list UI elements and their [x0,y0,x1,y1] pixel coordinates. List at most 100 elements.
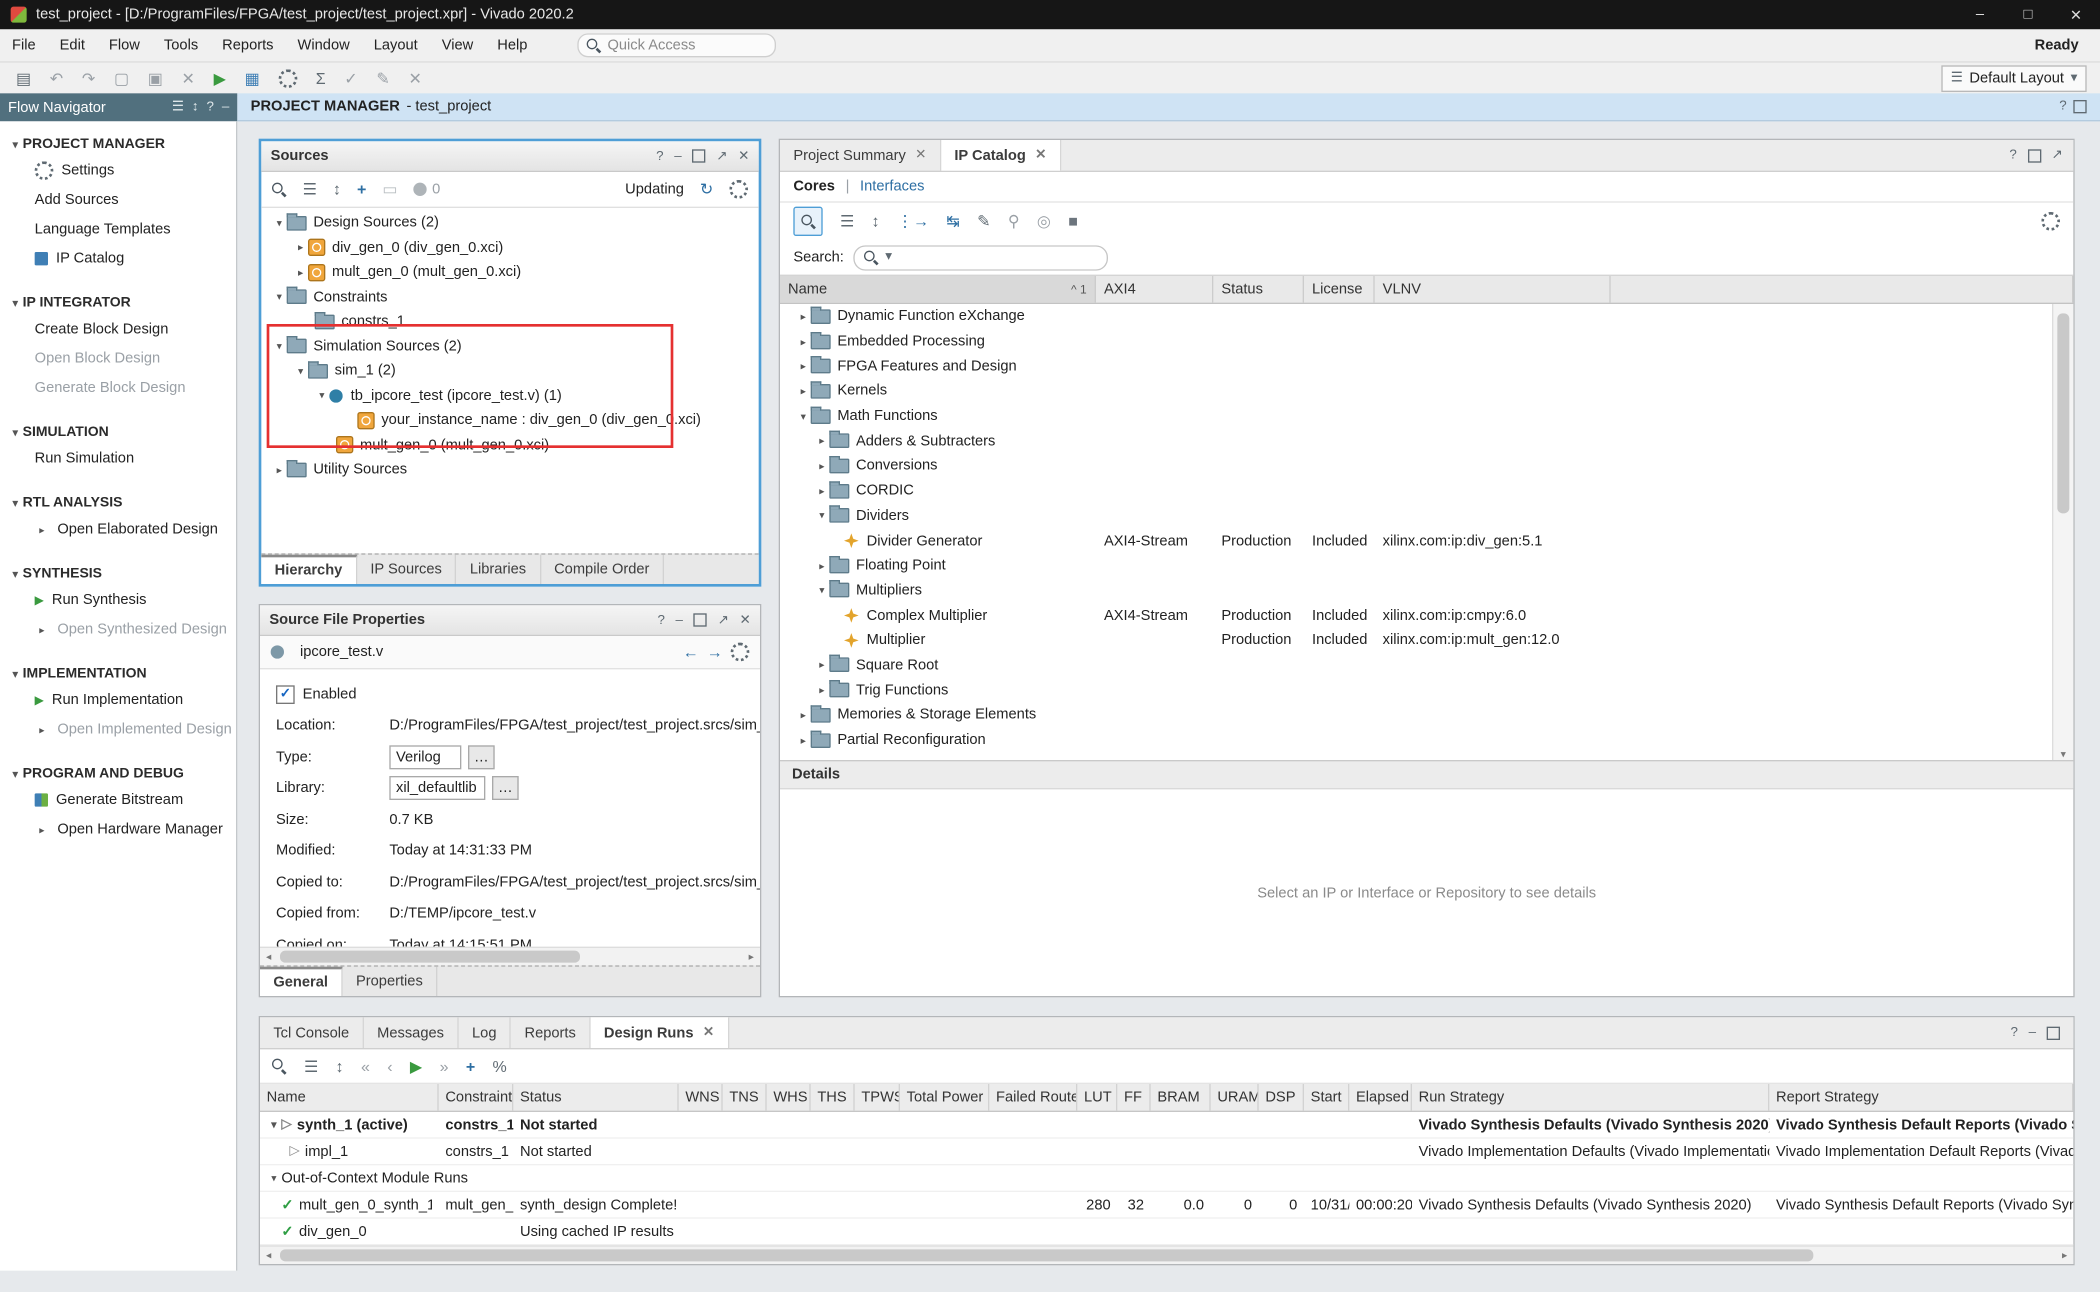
caret-right-icon[interactable]: ▸ [796,360,811,372]
tree-row-sim-1[interactable]: ▾sim_1 (2) [261,359,758,384]
catalog-row-fpga-features[interactable]: ▸FPGA Features and Design [780,354,2073,379]
expand-all-button[interactable]: ↕ [872,213,880,229]
scrollbar-thumb[interactable] [280,951,580,963]
nav-item-open-elaborated-design[interactable]: ▸Open Elaborated Design [0,515,236,544]
caret-down-icon[interactable]: ▾ [267,1119,282,1131]
properties-horizontal-scrollbar[interactable]: ◂ ▸ [260,947,760,966]
minimize-icon[interactable]: – [2029,1026,2036,1039]
caret-right-icon[interactable]: ▸ [293,266,308,278]
scrollbar-thumb[interactable] [2057,313,2069,513]
forward-button[interactable]: » [440,1058,449,1074]
group-by-button[interactable]: ⋮→ [897,213,929,229]
tree-row-tb-ipcore-test[interactable]: ▾tb_ipcore_test (ipcore_test.v) (1) [261,383,758,408]
sources-settings-gear[interactable] [729,180,748,199]
scroll-left-icon[interactable]: ◂ [260,951,277,963]
back-icon[interactable]: ← [683,644,699,660]
cancel-button[interactable]: ✕ [408,71,421,87]
library-input[interactable]: xil_defaultlib [389,776,485,800]
tab-tcl-console[interactable]: Tcl Console [260,1017,364,1048]
maximize-button[interactable]: □ [2004,7,2052,23]
paste-button[interactable]: ▣ [148,71,163,87]
nav-item-create-block-design[interactable]: Create Block Design [0,315,236,344]
scrollbar-thumb[interactable] [280,1249,1813,1261]
column-uram[interactable]: URAM [1211,1084,1259,1111]
launch-runs-button[interactable]: ▶ [410,1058,422,1074]
column-status[interactable]: Status [513,1084,678,1111]
caret-right-icon[interactable]: ▸ [272,464,287,476]
tab-general[interactable]: General [260,967,343,996]
tree-row-utility-sources[interactable]: ▸Utility Sources [261,457,758,482]
properties-settings-gear[interactable] [731,643,750,662]
caret-right-icon[interactable]: ▸ [815,684,830,696]
customize-button[interactable]: ✎ [977,213,990,229]
save-button[interactable]: ▤ [16,71,31,87]
collapse-all-icon[interactable]: ☰ [172,101,184,114]
menu-help[interactable]: Help [485,33,539,57]
menu-edit[interactable]: Edit [48,33,97,57]
caret-right-icon[interactable]: ▸ [815,485,830,497]
catalog-row-cordic[interactable]: ▸CORDIC [780,478,2073,503]
caret-right-icon[interactable]: ▸ [815,659,830,671]
caret-down-icon[interactable]: ▾ [272,217,287,229]
column-whs[interactable]: WHS [767,1084,811,1111]
menu-window[interactable]: Window [286,33,362,57]
close-tab-icon[interactable]: ✕ [1035,148,1046,163]
tab-properties[interactable]: Properties [343,967,438,996]
tree-row-constraints[interactable]: ▾Constraints [261,285,758,310]
nav-item-run-simulation[interactable]: Run Simulation [0,444,236,473]
float-icon[interactable] [694,613,707,626]
quick-access-search[interactable]: Quick Access [577,33,776,57]
help-icon[interactable]: ? [2009,149,2016,162]
expand-all-icon[interactable]: ↕ [333,181,341,197]
tree-row-mult-gen-0[interactable]: ▸mult_gen_0 (mult_gen_0.xci) [261,260,758,285]
nav-header-simulation[interactable]: ▾SIMULATION [0,420,236,444]
catalog-settings-gear[interactable] [2041,212,2060,231]
column-status[interactable]: Status [1213,276,1304,303]
catalog-row-trig-functions[interactable]: ▸Trig Functions [780,678,2073,703]
menu-tools[interactable]: Tools [152,33,210,57]
enabled-checkbox[interactable]: ✓ [276,685,295,704]
tab-libraries[interactable]: Libraries [456,555,540,584]
caret-right-icon[interactable]: ▸ [796,734,811,746]
nav-item-ip-catalog[interactable]: IP Catalog [0,244,236,273]
help-icon[interactable]: ? [656,149,663,164]
catalog-row-conversions[interactable]: ▸Conversions [780,453,2073,478]
link-button[interactable]: ⚲ [1008,213,1020,229]
column-vlnv[interactable]: VLNV [1375,276,1611,303]
catalog-row-memories[interactable]: ▸Memories & Storage Elements [780,703,2073,728]
caret-right-icon[interactable]: ▸ [796,310,811,322]
tab-log[interactable]: Log [459,1017,511,1048]
library-browse-button[interactable]: … [492,776,519,800]
help-icon[interactable]: ? [2010,1026,2017,1039]
catalog-row-dfx[interactable]: ▸Dynamic Function eXchange [780,304,2073,329]
close-button[interactable]: ✕ [2052,6,2100,23]
forward-icon[interactable]: → [707,644,723,660]
close-icon[interactable]: ✕ [739,613,750,628]
column-total-power[interactable]: Total Power [900,1084,989,1111]
caret-right-icon[interactable]: ▸ [815,560,830,572]
caret-down-icon[interactable]: ▾ [272,340,287,352]
float-icon[interactable] [2027,149,2040,162]
file-icon[interactable]: ▭ [382,181,397,197]
layout-selector[interactable]: ☰ Default Layout ▾ [1941,65,2086,92]
column-bram[interactable]: BRAM [1151,1084,1211,1111]
caret-down-icon[interactable]: ▾ [796,410,811,422]
float-icon[interactable] [692,149,705,162]
caret-right-icon[interactable]: ▸ [815,460,830,472]
help-icon[interactable]: ? [657,613,664,628]
caret-down-icon[interactable]: ▾ [315,390,330,402]
nav-item-open-hardware-manager[interactable]: ▸Open Hardware Manager [0,815,236,844]
nav-item-open-block-design[interactable]: Open Block Design [0,344,236,373]
search-button[interactable] [793,207,822,236]
tree-row-div-gen-0[interactable]: ▸div_gen_0 (div_gen_0.xci) [261,235,758,260]
nav-item-open-implemented-design[interactable]: ▸Open Implemented Design [0,715,236,744]
column-start[interactable]: Start [1304,1084,1349,1111]
caret-down-icon[interactable]: ▾ [293,365,308,377]
nav-header-program-debug[interactable]: ▾PROGRAM AND DEBUG [0,761,236,785]
collapse-all-button[interactable]: ☰ [840,213,854,229]
float-icon[interactable] [2047,1026,2060,1039]
tree-row-sim-mult-gen-0[interactable]: mult_gen_0 (mult_gen_0.xci) [261,433,758,458]
column-tns[interactable]: TNS [723,1084,767,1111]
maximize-icon[interactable]: ↗ [2051,149,2062,162]
tab-messages[interactable]: Messages [364,1017,459,1048]
